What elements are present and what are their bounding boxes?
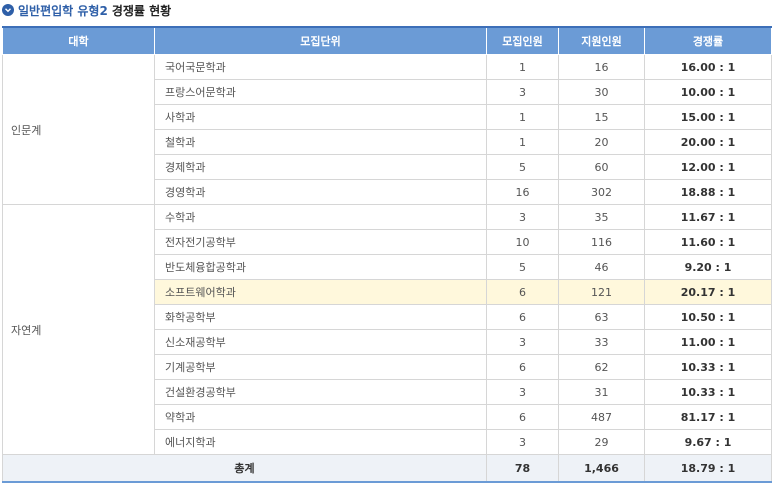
ratio-cell: 9.67 : 1: [644, 429, 772, 455]
applicants-cell: 30: [558, 79, 645, 105]
title-highlight: 일반편입학 유형2: [18, 3, 108, 18]
applicants-cell: 16: [558, 54, 645, 80]
college-cell: 자연계: [2, 204, 155, 455]
ratio-cell: 11.60 : 1: [644, 229, 772, 255]
header-ratio: 경쟁률: [644, 26, 772, 55]
ratio-cell: 18.88 : 1: [644, 179, 772, 205]
unit-cell: 건설환경공학부: [154, 379, 487, 405]
quota-cell: 16: [486, 179, 559, 205]
unit-cell: 경제학과: [154, 154, 487, 180]
unit-cell: 소프트웨어학과: [154, 279, 487, 305]
header-quota: 모집인원: [486, 26, 559, 55]
quota-cell: 5: [486, 154, 559, 180]
header-unit: 모집단위: [154, 26, 487, 55]
ratio-cell: 11.67 : 1: [644, 204, 772, 230]
quota-cell: 1: [486, 129, 559, 155]
quota-cell: 6: [486, 304, 559, 330]
quota-cell: 3: [486, 429, 559, 455]
header-applicants: 지원인원: [558, 26, 645, 55]
ratio-cell: 10.33 : 1: [644, 379, 772, 405]
ratio-cell: 10.50 : 1: [644, 304, 772, 330]
section-title: 일반편입학 유형2 경쟁률 현황: [2, 0, 171, 20]
applicants-cell: 121: [558, 279, 645, 305]
table-body: 인문계 국어국문학과 1 16 16.00 : 1 프랑스어문학과 3 30 10.00 : 1…: [2, 54, 772, 483]
applicants-cell: 35: [558, 204, 645, 230]
ratio-cell: 9.20 : 1: [644, 254, 772, 280]
applicants-cell: 29: [558, 429, 645, 455]
ratio-cell: 10.33 : 1: [644, 354, 772, 380]
applicants-cell: 31: [558, 379, 645, 405]
quota-cell: 1: [486, 54, 559, 80]
ratio-cell: 16.00 : 1: [644, 54, 772, 80]
applicants-cell: 20: [558, 129, 645, 155]
unit-cell: 전자전기공학부: [154, 229, 487, 255]
ratio-cell: 15.00 : 1: [644, 104, 772, 130]
quota-cell: 6: [486, 404, 559, 430]
applicants-cell: 302: [558, 179, 645, 205]
ratio-cell: 10.00 : 1: [644, 79, 772, 105]
quota-cell: 6: [486, 354, 559, 380]
quota-cell: 3: [486, 204, 559, 230]
applicants-cell: 63: [558, 304, 645, 330]
unit-cell: 프랑스어문학과: [154, 79, 487, 105]
quota-cell: 3: [486, 329, 559, 355]
applicants-cell: 15: [558, 104, 645, 130]
quota-cell: 6: [486, 279, 559, 305]
header-college: 대학: [2, 26, 155, 55]
quota-cell: 1: [486, 104, 559, 130]
applicants-cell: 46: [558, 254, 645, 280]
ratio-cell: 11.00 : 1: [644, 329, 772, 355]
total-applicants: 1,466: [558, 454, 645, 483]
unit-cell: 수학과: [154, 204, 487, 230]
unit-cell: 반도체융합공학과: [154, 254, 487, 280]
unit-cell: 철학과: [154, 129, 487, 155]
quota-cell: 5: [486, 254, 559, 280]
chevron-down-circle-icon: [2, 4, 14, 16]
ratio-cell: 81.17 : 1: [644, 404, 772, 430]
total-row: 총계 78 1,466 18.79 : 1: [2, 454, 772, 483]
total-ratio: 18.79 : 1: [644, 454, 772, 483]
unit-cell: 경영학과: [154, 179, 487, 205]
quota-cell: 3: [486, 79, 559, 105]
quota-cell: 3: [486, 379, 559, 405]
unit-cell: 국어국문학과: [154, 54, 487, 80]
unit-cell: 사학과: [154, 104, 487, 130]
ratio-cell: 20.00 : 1: [644, 129, 772, 155]
applicants-cell: 62: [558, 354, 645, 380]
competition-rate-table: 대학 모집단위 모집인원 지원인원 경쟁률 인문계 국어국문학과 1 16 16.00 …: [2, 26, 772, 483]
unit-cell: 에너지학과: [154, 429, 487, 455]
table-row: 인문계 국어국문학과 1 16 16.00 : 1: [2, 54, 772, 205]
college-cell: 인문계: [2, 54, 155, 205]
total-label: 총계: [2, 454, 487, 483]
unit-cell: 기계공학부: [154, 354, 487, 380]
title-text: 경쟁률 현황: [111, 3, 172, 18]
total-quota: 78: [486, 454, 559, 483]
unit-cell: 약학과: [154, 404, 487, 430]
applicants-cell: 33: [558, 329, 645, 355]
ratio-cell: 20.17 : 1: [644, 279, 772, 305]
unit-cell: 신소재공학부: [154, 329, 487, 355]
ratio-cell: 12.00 : 1: [644, 154, 772, 180]
quota-cell: 10: [486, 229, 559, 255]
applicants-cell: 60: [558, 154, 645, 180]
applicants-cell: 487: [558, 404, 645, 430]
applicants-cell: 116: [558, 229, 645, 255]
unit-cell: 화학공학부: [154, 304, 487, 330]
table-row: 자연계 수학과 3 35 11.67 : 1: [2, 204, 772, 455]
table-header-row: 대학 모집단위 모집인원 지원인원 경쟁률: [2, 26, 772, 55]
